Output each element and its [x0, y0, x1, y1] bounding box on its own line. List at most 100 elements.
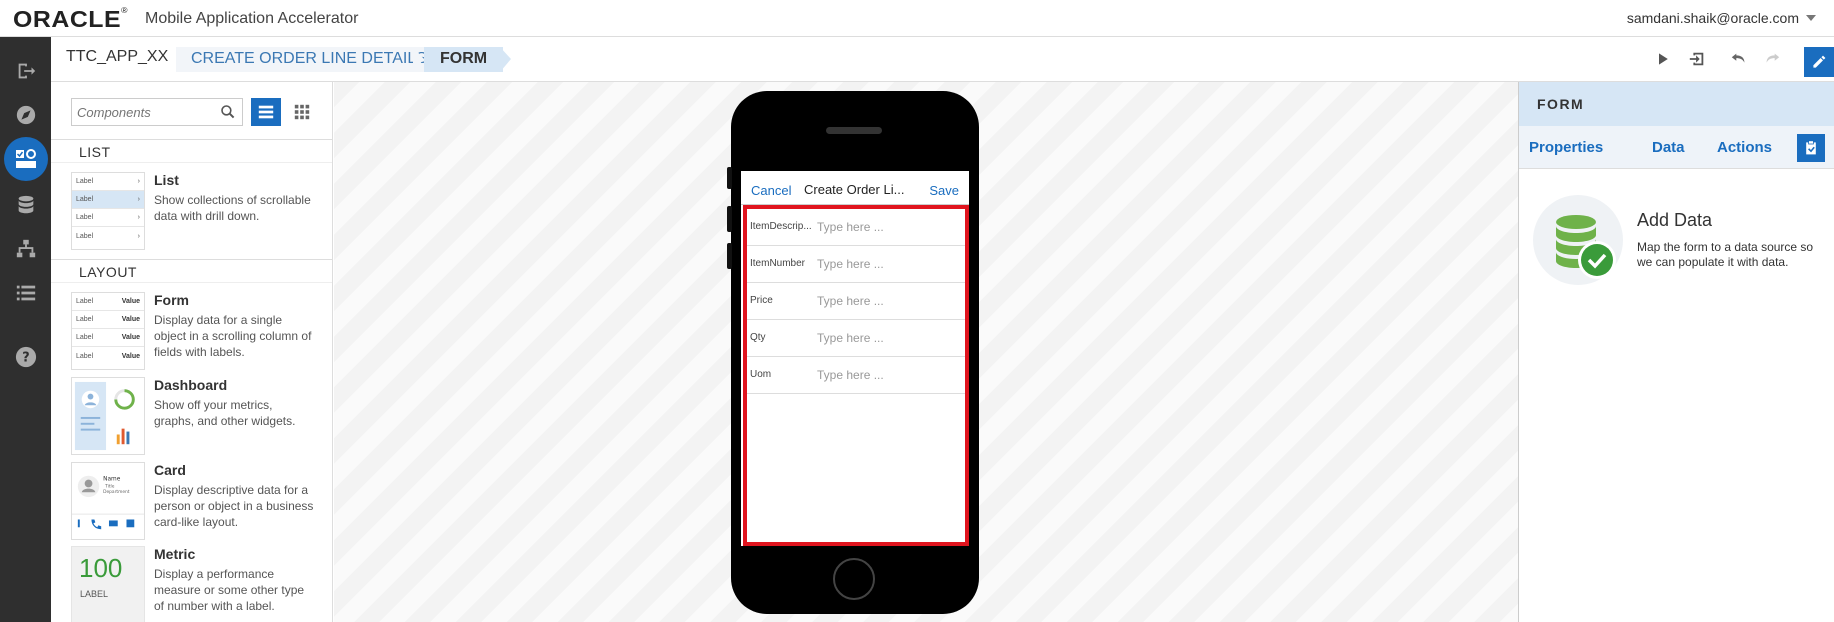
breadcrumb-separator: [413, 47, 424, 72]
form-row[interactable]: ItemNumber: [747, 246, 965, 283]
field-label: ItemDescrip...: [750, 221, 812, 232]
help-icon[interactable]: ?: [0, 335, 51, 379]
exit-icon[interactable]: [0, 49, 51, 93]
phone-speaker: [826, 127, 882, 134]
add-data-button[interactable]: [1533, 195, 1623, 285]
components-icon[interactable]: [0, 137, 51, 181]
field-label: ItemNumber: [750, 258, 806, 269]
qty-field[interactable]: [817, 331, 957, 345]
metric-thumb-value: 100: [79, 553, 123, 583]
breadcrumb-app[interactable]: TTC_APP_XX: [66, 48, 168, 66]
item-number-field[interactable]: [817, 257, 957, 271]
redo-icon[interactable]: [1762, 49, 1782, 69]
tab-extra-button[interactable]: [1797, 134, 1825, 162]
form-area[interactable]: ItemDescrip... ItemNumber Price Qty Uom: [743, 205, 969, 546]
components-panel: LIST Label› Label› Label› Label› List Sh…: [51, 82, 333, 622]
undo-icon[interactable]: [1729, 49, 1749, 69]
breadcrumb-separator: [500, 47, 511, 72]
metric-thumb-label: LABEL: [80, 589, 109, 599]
component-desc: Show off your metrics, graphs, and other…: [154, 398, 296, 428]
oracle-logo: ORACLE®: [13, 6, 129, 32]
component-title: Metric: [154, 546, 196, 562]
item-description-field[interactable]: [817, 220, 957, 234]
component-list[interactable]: Label › Label › Label › Label › List Show co…: [71, 172, 332, 252]
form-row[interactable]: Uom: [747, 357, 965, 394]
card-thumb-dept: Department: [103, 489, 130, 495]
user-menu[interactable]: samdani.shaik@oracle.com: [1627, 10, 1799, 26]
component-title: List: [154, 172, 179, 188]
component-dashboard[interactable]: Dashboard Show off your metrics, graphs,…: [71, 377, 332, 457]
tab-actions[interactable]: Actions: [1717, 139, 1772, 156]
play-icon[interactable]: [1653, 49, 1673, 69]
form-title: Create Order Li...: [804, 182, 905, 197]
tab-data[interactable]: Data: [1652, 139, 1685, 156]
phone-preview: Cancel Create Order Li... Save ItemDescr…: [727, 91, 979, 614]
metric-thumbnail: 100 LABEL: [71, 546, 145, 622]
phone-home-button: [833, 558, 875, 600]
form-thumbnail: Label Value Label Value Label Value Label Va…: [71, 292, 145, 370]
database-check-icon: [1556, 215, 1616, 279]
list-thumbnail: Label › Label › Label › Label ›: [71, 172, 145, 250]
form-row[interactable]: Qty: [747, 320, 965, 357]
cancel-button[interactable]: Cancel: [751, 183, 791, 198]
component-desc: Display descriptive data for a person or…: [154, 483, 314, 529]
search-input[interactable]: [77, 105, 217, 120]
price-field[interactable]: [817, 294, 957, 308]
breadcrumb-current[interactable]: FORM: [424, 47, 504, 72]
form-row[interactable]: Price: [747, 283, 965, 320]
add-data-description: Map the form to a data source so we can …: [1637, 240, 1814, 269]
component-card[interactable]: Name Title Department Card Display descr…: [71, 462, 332, 542]
grid-view-icon: [294, 104, 310, 120]
form-row[interactable]: ItemDescrip...: [747, 209, 965, 246]
component-title: Card: [154, 462, 186, 478]
uom-field[interactable]: [817, 368, 957, 382]
pencil-icon: [1813, 55, 1826, 68]
breadcrumb: TTC_APP_XX CREATE ORDER LINE DETAILS FOR…: [51, 37, 1834, 82]
tab-properties[interactable]: Properties: [1529, 139, 1603, 156]
left-nav: ?: [0, 37, 51, 622]
add-data-title[interactable]: Add Data: [1637, 210, 1712, 231]
component-desc: Display a performance measure or some ot…: [154, 567, 305, 613]
phone-side-button: [727, 206, 732, 232]
card-thumbnail: Name Title Department: [71, 462, 145, 540]
component-desc: Show collections of scrollable data with…: [154, 193, 311, 223]
field-label: Qty: [750, 332, 766, 343]
explore-icon[interactable]: [0, 93, 51, 137]
list-view-button[interactable]: [251, 98, 281, 126]
component-title: Dashboard: [154, 377, 228, 393]
search-box: [71, 98, 243, 126]
clipboard-icon: [1806, 140, 1816, 155]
chevron-down-icon[interactable]: [1806, 15, 1816, 21]
component-desc: Display data for a single object in a sc…: [154, 313, 312, 359]
component-metric[interactable]: 100 LABEL Metric Display a performance m…: [71, 546, 332, 622]
structure-icon[interactable]: [0, 227, 51, 271]
component-title: Form: [154, 292, 189, 308]
form-header: Cancel Create Order Li... Save: [741, 171, 969, 205]
dashboard-thumbnail: [71, 377, 145, 455]
field-label: Uom: [750, 369, 772, 380]
panel-tabs: Properties Data Actions: [1519, 126, 1834, 169]
phone-side-button: [727, 167, 732, 189]
field-label: Price: [750, 295, 773, 306]
search-icon[interactable]: [220, 104, 236, 123]
phone-side-button: [727, 243, 732, 269]
phone-screen: Cancel Create Order Li... Save ItemDescr…: [741, 171, 969, 546]
component-form[interactable]: Label Value Label Value Label Value Label Va…: [71, 292, 332, 372]
svg-text:?: ?: [22, 351, 29, 366]
top-bar: ORACLE® Mobile Application Accelerator s…: [0, 0, 1834, 37]
properties-panel: FORM Properties Data Actions Add Data Ma…: [1518, 82, 1834, 622]
panel-title: FORM: [1519, 82, 1834, 126]
card-thumb-title: Title: [104, 483, 115, 489]
section-list: LIST: [51, 139, 332, 163]
save-button[interactable]: Save: [929, 183, 959, 198]
grid-view-button[interactable]: [287, 98, 317, 126]
list-icon[interactable]: [0, 271, 51, 315]
database-icon[interactable]: [0, 183, 51, 227]
list-view-icon: [258, 105, 274, 119]
section-layout: LAYOUT: [51, 259, 332, 283]
app-name: Mobile Application Accelerator: [145, 10, 359, 27]
breadcrumb-page[interactable]: CREATE ORDER LINE DETAILS: [176, 47, 439, 72]
card-thumb-name: Name: [103, 477, 121, 483]
import-icon[interactable]: [1687, 49, 1707, 69]
edit-button[interactable]: [1804, 47, 1834, 77]
